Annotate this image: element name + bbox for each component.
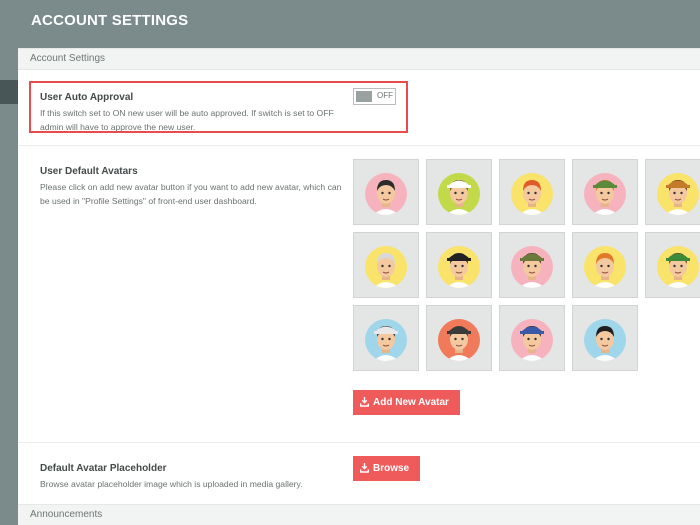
- settings-panel: Account Settings User Auto Approval If t…: [18, 48, 700, 525]
- avatar-tile-police[interactable]: [499, 305, 565, 371]
- avatar-icon: [584, 319, 626, 361]
- avatar-tile-beanie-man[interactable]: [572, 159, 638, 225]
- avatar-icon: [438, 173, 480, 215]
- avatar-icon: [365, 319, 407, 361]
- avatar-icon: [511, 246, 553, 288]
- download-tray-icon: [360, 397, 369, 407]
- auto-approval-toggle[interactable]: OFF: [353, 88, 396, 105]
- section-label: Announcements: [30, 509, 103, 520]
- placeholder-description: Browse avatar placeholder image which is…: [40, 479, 303, 489]
- avatar-tile-old-man[interactable]: [353, 232, 419, 298]
- page-title: ACCOUNT SETTINGS: [31, 12, 189, 29]
- avatar-icon: [511, 173, 553, 215]
- avatar-icon: [584, 173, 626, 215]
- avatar-icon: [511, 319, 553, 361]
- default-avatars-title: User Default Avatars: [40, 166, 138, 177]
- toggle-state-label: OFF: [377, 91, 393, 100]
- add-new-avatar-button[interactable]: Add New Avatar: [353, 390, 460, 415]
- section-divider: [18, 145, 700, 146]
- avatar-tile-ginger-glasses[interactable]: [572, 232, 638, 298]
- avatar-tile-green-cap[interactable]: [645, 232, 700, 298]
- toggle-knob: [356, 91, 372, 102]
- avatar-tile-racer[interactable]: [426, 305, 492, 371]
- avatar-icon: [365, 173, 407, 215]
- avatar-tile-cowboy[interactable]: [645, 159, 700, 225]
- avatar-grid: [353, 159, 700, 371]
- sidebar-active-item[interactable]: [0, 80, 18, 104]
- avatar-icon: [657, 246, 699, 288]
- avatar-tile-sailor[interactable]: [426, 159, 492, 225]
- left-sidebar-rail: [0, 48, 18, 525]
- section-label: Account Settings: [30, 53, 106, 64]
- download-tray-icon: [360, 463, 369, 473]
- avatar-icon: [657, 173, 699, 215]
- auto-approval-description: If this switch set to ON new user will b…: [40, 108, 334, 132]
- avatar-icon: [438, 319, 480, 361]
- placeholder-title: Default Avatar Placeholder: [40, 463, 167, 474]
- avatar-icon: [365, 246, 407, 288]
- avatar-tile-pirate[interactable]: [426, 232, 492, 298]
- avatar-icon: [438, 246, 480, 288]
- section-divider: [18, 442, 700, 443]
- browse-button[interactable]: Browse: [353, 456, 420, 481]
- avatar-tile-redhead-woman[interactable]: [499, 159, 565, 225]
- avatar-tile-glasses-man[interactable]: [353, 159, 419, 225]
- browse-label: Browse: [373, 463, 410, 474]
- avatar-tile-astronaut[interactable]: [353, 305, 419, 371]
- auto-approval-title: User Auto Approval: [40, 92, 134, 103]
- avatar-icon: [584, 246, 626, 288]
- avatar-tile-punk[interactable]: [572, 305, 638, 371]
- page-header: ACCOUNT SETTINGS: [0, 0, 700, 48]
- default-avatars-description: Please click on add new avatar button if…: [40, 182, 342, 206]
- avatar-tile-soldier[interactable]: [499, 232, 565, 298]
- add-new-avatar-label: Add New Avatar: [373, 397, 449, 408]
- section-header-account: Account Settings: [18, 48, 700, 70]
- section-header-announcements: Announcements: [18, 504, 700, 525]
